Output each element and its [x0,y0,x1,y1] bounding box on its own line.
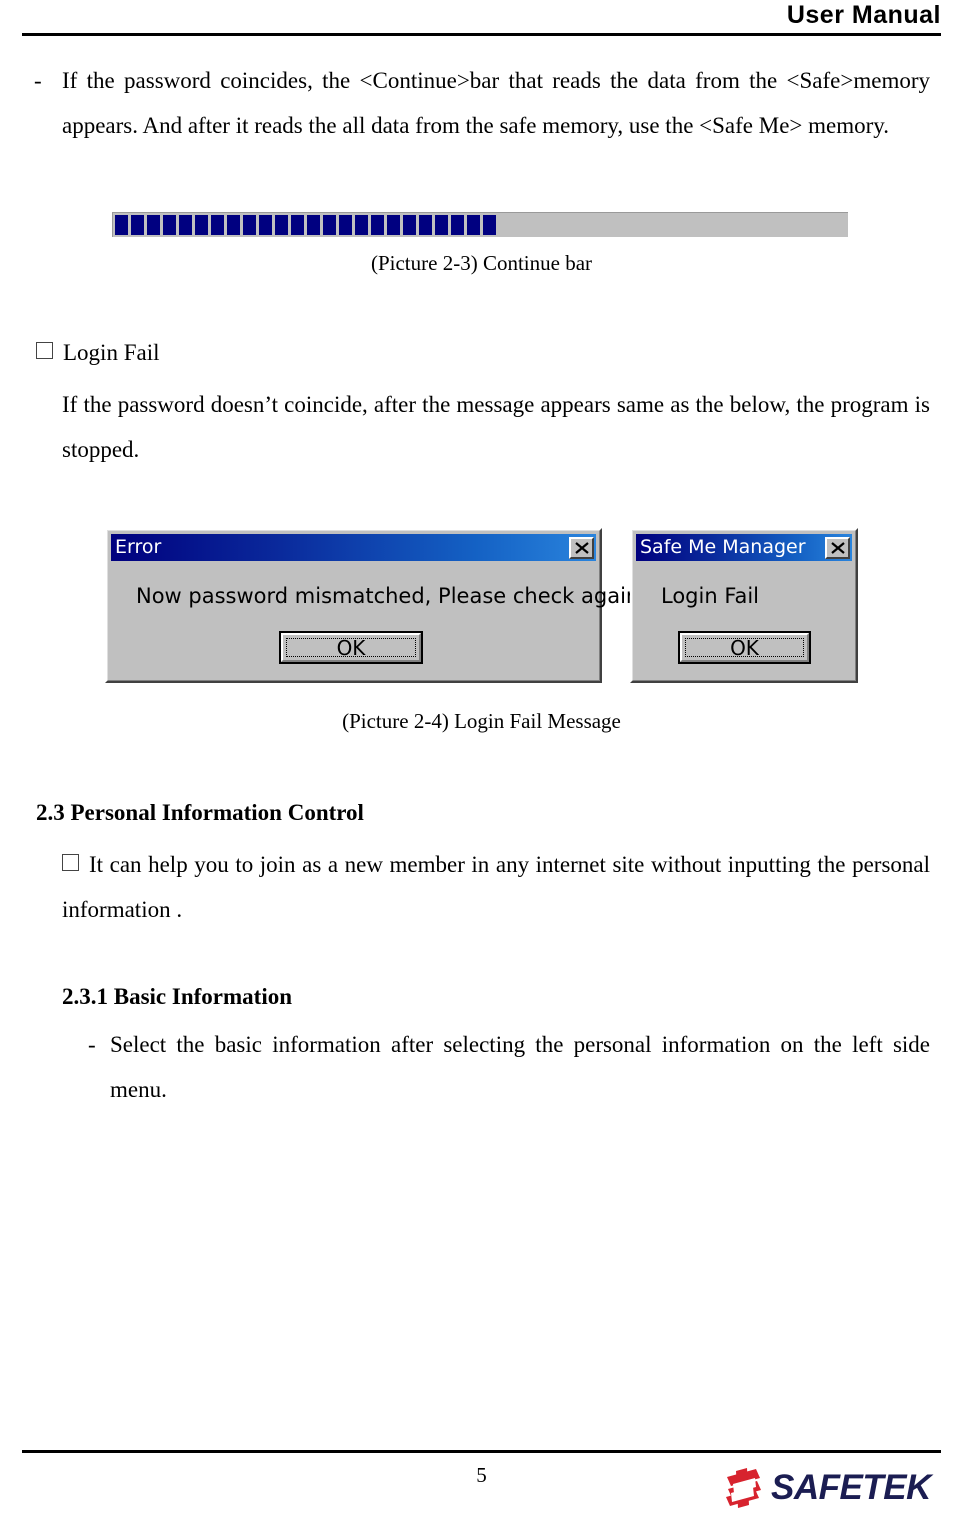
caption-picture-2-4: (Picture 2-4) Login Fail Message [342,709,621,733]
safetek-logo: SAFETEK [722,1466,947,1510]
login-fail-bullet-heading: Login Fail [36,338,159,368]
page-title: User Manual [786,1,941,29]
safe-me-manager-dialog: Safe Me Manager Login Fail OK [630,528,858,683]
paragraph-dash-marker: - [34,68,42,93]
error-dialog: Error Now password mismatched, Please ch… [105,528,646,683]
progress-segment [387,215,400,235]
safe-me-manager-ok-label: OK [730,635,759,660]
progress-segment [403,215,416,235]
error-ok-inner: OK [281,633,421,662]
error-dialog-inner: Error Now password mismatched, Please ch… [107,530,646,681]
close-icon[interactable] [569,536,594,559]
progress-segment [163,215,176,235]
progress-segment [291,215,304,235]
paragraph-section-2-3-text: It can help you to join as a new member … [62,852,930,922]
progress-segment [195,215,208,235]
progress-segment [147,215,160,235]
paragraph-section-2-3-1: - Select the basic information after sel… [88,1022,930,1112]
paragraph-login-fail-text: If the password doesn’t coincide, after … [62,392,930,462]
progress-segment [451,215,464,235]
safe-me-ok-focus-ring: OK [685,635,804,660]
close-icon[interactable] [825,536,850,559]
progress-segment [259,215,272,235]
document-page: User Manual - If the password coincides,… [0,0,963,1518]
progress-segment [435,215,448,235]
safe-me-ok-inner: OK [680,633,809,662]
header-divider [22,33,941,36]
safe-me-manager-title: Safe Me Manager [640,537,806,558]
progress-segment [483,215,496,235]
progress-segment [227,215,240,235]
safe-me-manager-body: Login Fail OK [636,561,852,677]
continue-progress-bar [112,212,848,237]
progress-segment [131,215,144,235]
progress-segment [467,215,480,235]
error-dialog-ok-label: OK [336,635,366,660]
progress-segment [323,215,336,235]
section-heading-2-3-1: 2.3.1 Basic Information [62,984,292,1009]
safetek-s-mark-icon [722,1467,766,1509]
square-bullet-icon [62,854,79,871]
progress-segment [371,215,384,235]
progress-segment [275,215,288,235]
safe-me-manager-message: Login Fail [661,584,760,608]
progress-segment [115,215,128,235]
login-fail-heading-text: Login Fail [63,340,160,365]
paragraph-section-2-3-1-text: Select the basic information after selec… [110,1032,930,1102]
progress-segment [355,215,368,235]
progress-segment [211,215,224,235]
safe-me-manager-ok-button[interactable]: OK [678,631,811,664]
caption-picture-2-3: (Picture 2-3) Continue bar [370,251,593,275]
section-heading-2-3: 2.3 Personal Information Control [36,800,364,825]
paragraph-dash-marker: - [88,1032,96,1057]
safe-me-manager-titlebar[interactable]: Safe Me Manager [636,534,852,561]
paragraph-continue-bar: - If the password coincides, the <Contin… [34,58,930,148]
progress-segment [179,215,192,235]
progress-segment [339,215,352,235]
paragraph-login-fail: If the password doesn’t coincide, after … [62,382,930,472]
error-dialog-message: Now password mismatched, Please check ag… [136,584,646,608]
error-dialog-titlebar[interactable]: Error [111,534,596,561]
safe-me-manager-dialog-inner: Safe Me Manager Login Fail OK [632,530,856,681]
safetek-logo-text: SAFETEK [771,1468,931,1507]
error-dialog-title: Error [115,537,162,558]
paragraph-continue-bar-text: If the password coincides, the <Continue… [62,68,930,138]
progress-segment [243,215,256,235]
square-bullet-icon [36,342,53,359]
progress-segment [307,215,320,235]
error-dialog-ok-button[interactable]: OK [279,631,423,664]
error-dialog-body: Now password mismatched, Please check ag… [111,561,646,677]
paragraph-section-2-3: It can help you to join as a new member … [62,842,930,932]
error-ok-focus-ring: OK [286,635,416,660]
footer-divider [22,1450,941,1453]
progress-segment [419,215,432,235]
